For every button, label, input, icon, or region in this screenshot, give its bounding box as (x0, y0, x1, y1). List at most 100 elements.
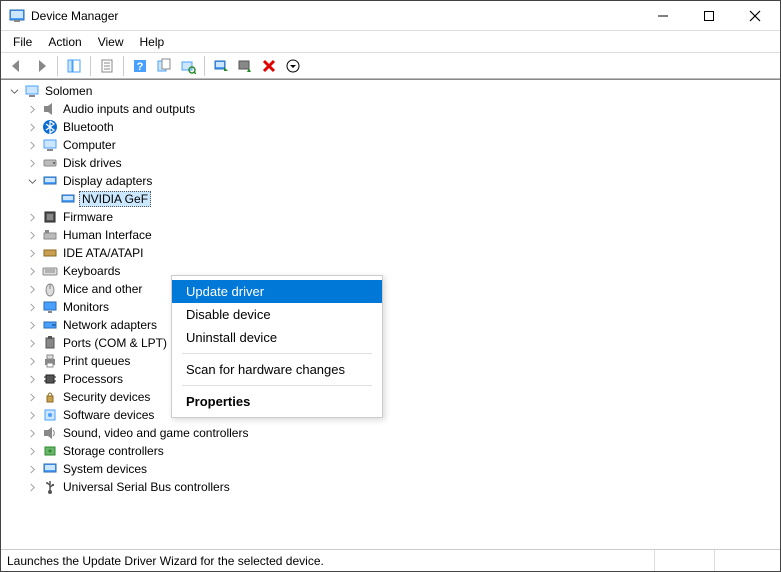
chevron-right-icon[interactable] (25, 264, 39, 278)
separator (182, 385, 372, 386)
chevron-right-icon[interactable] (25, 372, 39, 386)
chevron-right-icon[interactable] (25, 120, 39, 134)
chevron-right-icon[interactable] (25, 390, 39, 404)
tree-node-label: Mice and other (61, 282, 144, 296)
display-adapter-icon (42, 173, 58, 189)
tree-node[interactable]: System devices (1, 460, 780, 478)
tree-node-label: Print queues (61, 354, 132, 368)
tree-node[interactable]: Print queues (1, 352, 780, 370)
close-button[interactable] (732, 1, 778, 31)
show-hide-tree-button[interactable] (63, 55, 85, 77)
tree-node-label: Bluetooth (61, 120, 116, 134)
tree-node[interactable]: Bluetooth (1, 118, 780, 136)
context-update-driver[interactable]: Update driver (172, 280, 382, 303)
tree-node[interactable]: Firmware (1, 208, 780, 226)
chevron-right-icon[interactable] (25, 408, 39, 422)
status-cell (654, 550, 714, 571)
chevron-right-icon[interactable] (25, 336, 39, 350)
help-button[interactable]: ? (129, 55, 151, 77)
chevron-right-icon[interactable] (25, 246, 39, 260)
menu-help[interactable]: Help (132, 33, 173, 51)
chevron-right-icon[interactable] (25, 444, 39, 458)
scan-hardware-button[interactable] (177, 55, 199, 77)
chevron-down-icon[interactable] (25, 174, 39, 188)
tree-root-label: Solomen (43, 84, 94, 98)
tree-node-label: Audio inputs and outputs (61, 102, 197, 116)
chevron-right-icon[interactable] (25, 300, 39, 314)
tree-node-label: Keyboards (61, 264, 122, 278)
chevron-right-icon[interactable] (25, 156, 39, 170)
context-properties[interactable]: Properties (172, 390, 382, 413)
chevron-right-icon[interactable] (25, 138, 39, 152)
separator (90, 56, 91, 76)
print-icon (42, 353, 58, 369)
window-title: Device Manager (31, 9, 640, 23)
tree-node[interactable]: Computer (1, 136, 780, 154)
chevron-right-icon[interactable] (25, 480, 39, 494)
tree-node-label: Computer (61, 138, 118, 152)
tree-node-label: Disk drives (61, 156, 124, 170)
tree-node[interactable]: Universal Serial Bus controllers (1, 478, 780, 496)
status-text: Launches the Update Driver Wizard for th… (7, 554, 654, 568)
separator (204, 56, 205, 76)
separator (123, 56, 124, 76)
chevron-right-icon[interactable] (25, 426, 39, 440)
chevron-right-icon[interactable] (25, 228, 39, 242)
tree-node[interactable]: Mice and other (1, 280, 780, 298)
sound-icon (42, 425, 58, 441)
tree-node[interactable]: Storage controllers (1, 442, 780, 460)
chevron-right-icon[interactable] (25, 318, 39, 332)
chevron-right-icon[interactable] (25, 282, 39, 296)
tree-root[interactable]: Solomen (1, 82, 780, 100)
tree-node[interactable]: Disk drives (1, 154, 780, 172)
disable-device-button[interactable] (234, 55, 256, 77)
cpu-icon (42, 371, 58, 387)
tree-node[interactable]: Network adapters (1, 316, 780, 334)
toolbar-action-button[interactable] (153, 55, 175, 77)
tree-node[interactable]: Security devices (1, 388, 780, 406)
tree-node[interactable]: Sound, video and game controllers (1, 424, 780, 442)
audio-icon (42, 101, 58, 117)
svg-text:?: ? (137, 61, 144, 73)
device-tree[interactable]: Solomen Audio inputs and outputs Bluetoo… (1, 79, 780, 549)
menu-action[interactable]: Action (40, 33, 89, 51)
tree-node[interactable]: Human Interface (1, 226, 780, 244)
chevron-right-icon[interactable] (25, 102, 39, 116)
context-uninstall-device[interactable]: Uninstall device (172, 326, 382, 349)
hid-icon (42, 227, 58, 243)
mouse-icon (42, 281, 58, 297)
tree-leaf-label: NVIDIA GeF (79, 191, 151, 207)
status-cell (714, 550, 774, 571)
tree-node[interactable]: Keyboards (1, 262, 780, 280)
forward-button[interactable] (30, 55, 52, 77)
separator (57, 56, 58, 76)
tree-leaf-nvidia[interactable]: NVIDIA GeF (1, 190, 780, 208)
firmware-icon (42, 209, 58, 225)
tree-node[interactable]: Ports (COM & LPT) (1, 334, 780, 352)
uninstall-device-button[interactable] (258, 55, 280, 77)
tree-node-label: Network adapters (61, 318, 159, 332)
back-button[interactable] (6, 55, 28, 77)
tree-node[interactable]: Processors (1, 370, 780, 388)
tree-node[interactable]: Software devices (1, 406, 780, 424)
tree-node-label: IDE ATA/ATAPI (61, 246, 145, 260)
context-disable-device[interactable]: Disable device (172, 303, 382, 326)
menu-file[interactable]: File (5, 33, 40, 51)
toolbar-down-button[interactable] (282, 55, 304, 77)
chevron-down-icon[interactable] (7, 84, 21, 98)
minimize-button[interactable] (640, 1, 686, 31)
tree-node-label: Human Interface (61, 228, 154, 242)
tree-node[interactable]: IDE ATA/ATAPI (1, 244, 780, 262)
port-icon (42, 335, 58, 351)
menu-view[interactable]: View (90, 33, 132, 51)
chevron-right-icon[interactable] (25, 210, 39, 224)
update-driver-button[interactable] (210, 55, 232, 77)
maximize-button[interactable] (686, 1, 732, 31)
context-scan-hardware[interactable]: Scan for hardware changes (172, 358, 382, 381)
chevron-right-icon[interactable] (25, 462, 39, 476)
tree-node-display-adapters[interactable]: Display adapters (1, 172, 780, 190)
tree-node[interactable]: Audio inputs and outputs (1, 100, 780, 118)
chevron-right-icon[interactable] (25, 354, 39, 368)
tree-node[interactable]: Monitors (1, 298, 780, 316)
properties-button[interactable] (96, 55, 118, 77)
